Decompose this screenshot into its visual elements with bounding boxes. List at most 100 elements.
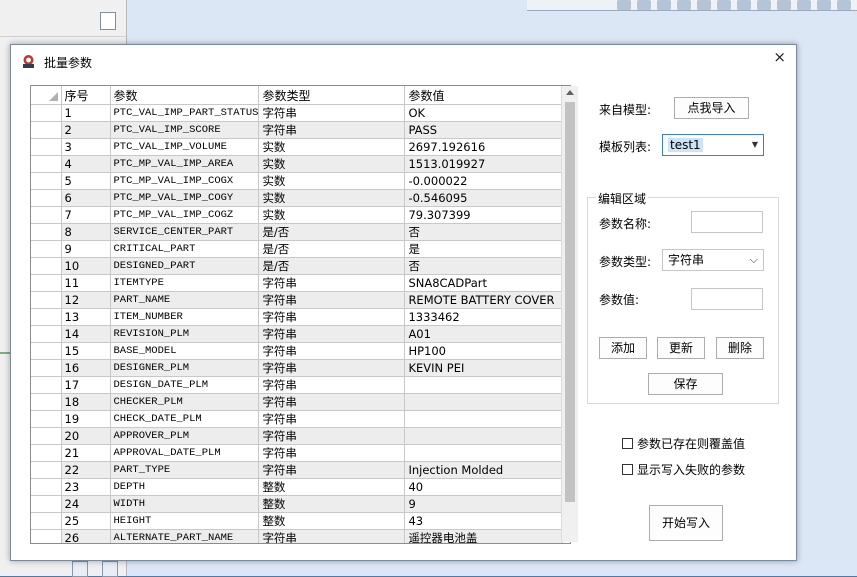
cell-type[interactable]: 是/否 [258, 240, 406, 258]
cell-type[interactable]: 整数 [258, 478, 406, 496]
cell-value[interactable] [404, 427, 564, 445]
row-header[interactable] [31, 223, 62, 241]
row-header[interactable] [31, 512, 62, 530]
table-row[interactable]: 12 PART_NAME 字符串 REMOTE BATTERY COVER [31, 291, 564, 309]
show-failed-checkbox[interactable]: 显示写入失败的参数 [622, 461, 745, 478]
close-icon[interactable]: × [773, 48, 786, 66]
row-header[interactable] [31, 104, 62, 122]
cell-type[interactable]: 实数 [258, 172, 406, 190]
cell-index[interactable]: 24 [61, 495, 111, 513]
cell-index[interactable]: 10 [61, 257, 111, 275]
camera-icon[interactable] [757, 0, 771, 10]
row-header[interactable] [31, 478, 62, 496]
table-row[interactable]: 18 CHECKER_PLM 字符串 [31, 393, 564, 411]
cell-value[interactable]: 79.307399 [404, 206, 564, 224]
cell-index[interactable]: 1 [61, 104, 111, 122]
cell-type[interactable]: 实数 [258, 206, 406, 224]
cell-index[interactable]: 23 [61, 478, 111, 496]
cell-type[interactable]: 字符串 [258, 325, 406, 343]
cell-type[interactable]: 整数 [258, 512, 406, 530]
import-button[interactable]: 点我导入 [674, 97, 749, 119]
table-row[interactable]: 26 ALTERNATE_PART_NAME 字符串 遥控器电池盖 [31, 529, 564, 543]
table-row[interactable]: 25 HEIGHT 整数 43 [31, 512, 564, 530]
eye-icon[interactable] [837, 0, 851, 10]
cell-param[interactable]: PTC_MP_VAL_IMP_COGX [110, 172, 260, 190]
cell-index[interactable]: 19 [61, 410, 111, 428]
table-row[interactable]: 15 BASE_MODEL 字符串 HP100 [31, 342, 564, 360]
table-row[interactable]: 21 APPROVAL_DATE_PLM 字符串 [31, 444, 564, 462]
cell-index[interactable]: 4 [61, 155, 111, 173]
delete-button[interactable]: 删除 [716, 337, 764, 359]
table-row[interactable]: 23 DEPTH 整数 40 [31, 478, 564, 496]
row-header[interactable] [31, 495, 62, 513]
cell-type[interactable]: 字符串 [258, 274, 406, 292]
cell-index[interactable]: 26 [61, 529, 111, 543]
row-header[interactable] [31, 359, 62, 377]
table-row[interactable]: 3 PTC_VAL_IMP_VOLUME 实数 2697.192616 [31, 138, 564, 156]
cell-value[interactable]: HP100 [404, 342, 564, 360]
row-header[interactable] [31, 121, 62, 139]
cell-type[interactable]: 实数 [258, 189, 406, 207]
cell-param[interactable]: BASE_MODEL [110, 342, 260, 360]
cell-index[interactable]: 20 [61, 427, 111, 445]
column-header-index[interactable]: 序号 [61, 86, 111, 105]
table-row[interactable]: 1 PTC_VAL_IMP_PART_STATUS 字符串 OK [31, 104, 564, 122]
cell-type[interactable]: 字符串 [258, 461, 406, 479]
cell-type[interactable]: 实数 [258, 155, 406, 173]
cell-index[interactable]: 17 [61, 376, 111, 394]
table-row[interactable]: 20 APPROVER_PLM 字符串 [31, 427, 564, 445]
cell-index[interactable]: 13 [61, 308, 111, 326]
table-row[interactable]: 6 PTC_MP_VAL_IMP_COGY 实数 -0.546095 [31, 189, 564, 207]
cell-param[interactable]: ALTERNATE_PART_NAME [110, 529, 260, 543]
cell-value[interactable] [404, 410, 564, 428]
cell-value[interactable]: 40 [404, 478, 564, 496]
checkbox-box[interactable] [622, 438, 633, 449]
cell-value[interactable]: REMOTE BATTERY COVER [404, 291, 564, 309]
cell-type[interactable]: 字符串 [258, 410, 406, 428]
overwrite-checkbox[interactable]: 参数已存在则覆盖值 [622, 435, 745, 452]
cell-param[interactable]: REVISION_PLM [110, 325, 260, 343]
cell-value[interactable]: OK [404, 104, 564, 122]
cell-type[interactable]: 字符串 [258, 359, 406, 377]
row-header[interactable] [31, 155, 62, 173]
cell-type[interactable]: 字符串 [258, 393, 406, 411]
cell-param[interactable]: ITEMTYPE [110, 274, 260, 292]
table-row[interactable]: 10 DESIGNED_PART 是/否否 [31, 257, 564, 275]
saved-view-icon[interactable] [737, 0, 751, 10]
scrollbar-thumb[interactable] [565, 102, 575, 502]
cell-param[interactable]: PTC_MP_VAL_IMP_COGY [110, 189, 260, 207]
cell-type[interactable]: 字符串 [258, 342, 406, 360]
table-row[interactable]: 7 PTC_MP_VAL_IMP_COGZ 实数 79.307399 [31, 206, 564, 224]
cell-value[interactable]: 43 [404, 512, 564, 530]
table-row[interactable]: 2 PTC_VAL_IMP_SCORE 字符串 PASS [31, 121, 564, 139]
cell-type[interactable]: 字符串 [258, 376, 406, 394]
table-row[interactable]: 9 CRITICAL_PART 是/否是 [31, 240, 564, 258]
param-value-input[interactable] [691, 288, 763, 310]
cell-value[interactable]: -0.546095 [404, 189, 564, 207]
cell-index[interactable]: 11 [61, 274, 111, 292]
cell-param[interactable]: PART_NAME [110, 291, 260, 309]
row-header[interactable] [31, 444, 62, 462]
row-header[interactable] [31, 189, 62, 207]
row-header[interactable] [31, 427, 62, 445]
cell-index[interactable]: 2 [61, 121, 111, 139]
cell-param[interactable]: HEIGHT [110, 512, 260, 530]
table-row[interactable]: 13 ITEM_NUMBER 字符串 1333462 [31, 308, 564, 326]
cell-value[interactable]: 是 [404, 240, 564, 258]
row-header[interactable] [31, 240, 62, 258]
cell-type[interactable]: 字符串 [258, 444, 406, 462]
row-header[interactable] [31, 274, 62, 292]
row-header[interactable] [31, 257, 62, 275]
row-header[interactable] [31, 461, 62, 479]
row-header[interactable] [31, 410, 62, 428]
cell-type[interactable]: 是/否 [258, 223, 406, 241]
cell-param[interactable]: CRITICAL_PART [110, 240, 260, 258]
cell-index[interactable]: 18 [61, 393, 111, 411]
zoom-out-icon[interactable] [657, 0, 671, 10]
cell-value[interactable] [404, 444, 564, 462]
cell-type[interactable]: 是/否 [258, 257, 406, 275]
cell-param[interactable]: DESIGNER_PLM [110, 359, 260, 377]
annotation-icon[interactable] [817, 0, 831, 10]
add-button[interactable]: 添加 [599, 337, 647, 359]
cell-type[interactable]: 字符串 [258, 291, 406, 309]
